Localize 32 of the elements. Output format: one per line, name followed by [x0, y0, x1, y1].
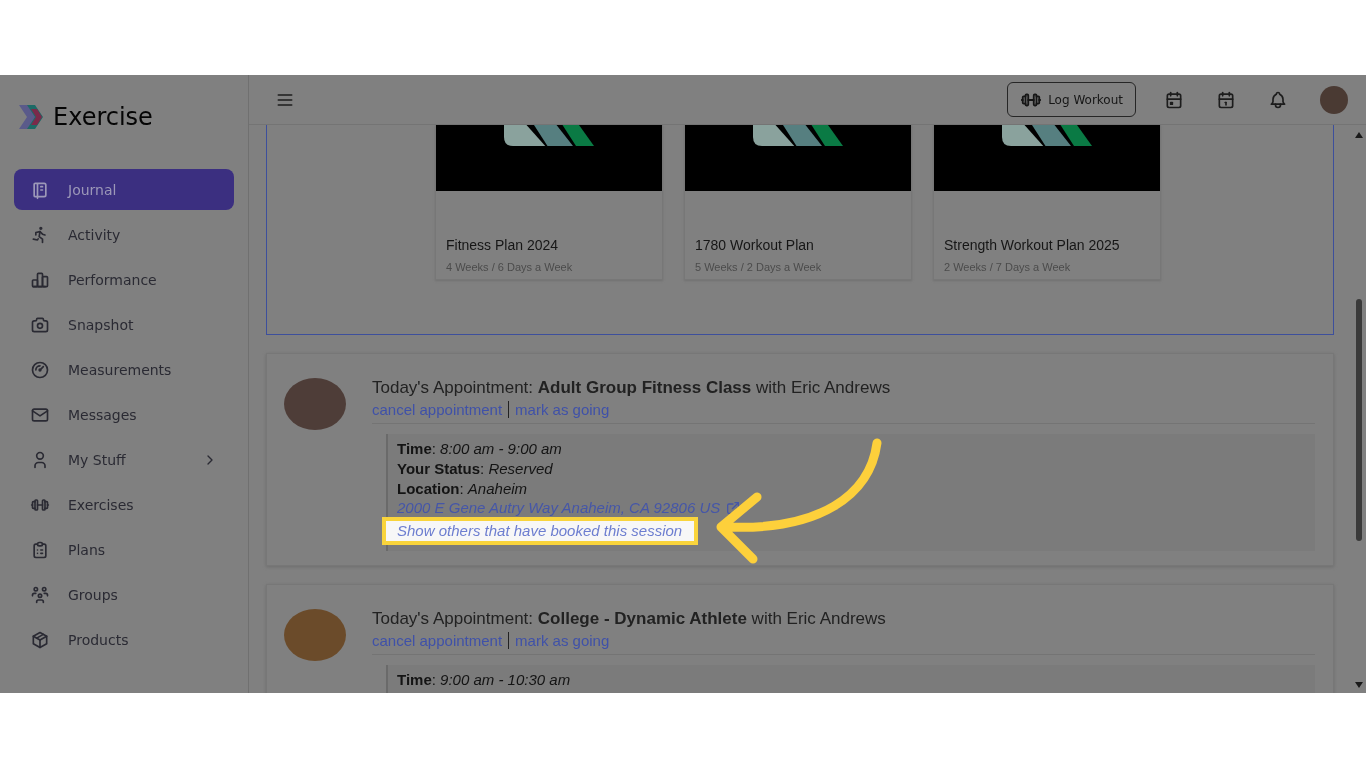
plan-title: 1780 Workout Plan: [695, 237, 815, 253]
sidebar-item[interactable]: Journal: [14, 169, 234, 210]
sidebar-item[interactable]: Groups: [14, 574, 234, 615]
appointment-heading: Today's Appointment: College - Dynamic Athlete with Eric Andrews: [372, 609, 887, 629]
plan-title: Fitness Plan 2024: [446, 237, 560, 253]
sidebar-item[interactable]: Exercises: [14, 484, 234, 525]
sidebar-item[interactable]: Performance: [14, 259, 234, 300]
sidebar-item[interactable]: My Stuff: [14, 439, 234, 480]
external-link-icon: [725, 499, 742, 516]
photo-placeholder: [284, 378, 346, 430]
detail-line: Your Status: Reserved: [397, 459, 554, 479]
others-link[interactable]: Show others that have booked this session: [397, 522, 683, 539]
sidebar-item[interactable]: Plans: [14, 529, 234, 570]
plan-title: Strength Workout Plan 2025: [944, 237, 1121, 253]
detail-line: Location: Anaheim: [397, 479, 529, 499]
nav-icon: [30, 629, 50, 650]
sidebar-item[interactable]: Measurements: [14, 349, 234, 390]
sidebar-item[interactable]: Products: [14, 619, 234, 660]
detail-line: Time: 9:00 am - 10:30 am: [397, 670, 572, 690]
nav-icon: [30, 539, 50, 560]
nav-icon: [30, 584, 50, 605]
sidebar-item[interactable]: Activity: [14, 214, 234, 255]
photo-placeholder: [284, 609, 346, 661]
avatar[interactable]: [1320, 85, 1348, 114]
detail-line: Time: 8:00 am - 9:00 am: [397, 439, 563, 459]
log-workout-button[interactable]: Log Workout: [1007, 82, 1136, 117]
logo-icon: [17, 103, 45, 131]
nav-icon: [30, 359, 50, 380]
sidebar-item[interactable]: Messages: [14, 394, 234, 435]
app-title: Exercise: [53, 103, 153, 131]
appointment-heading: Today's Appointment: Adult Group Fitness Class with Eric Andrews: [372, 378, 892, 398]
sidebar-item[interactable]: Snapshot: [14, 304, 234, 345]
